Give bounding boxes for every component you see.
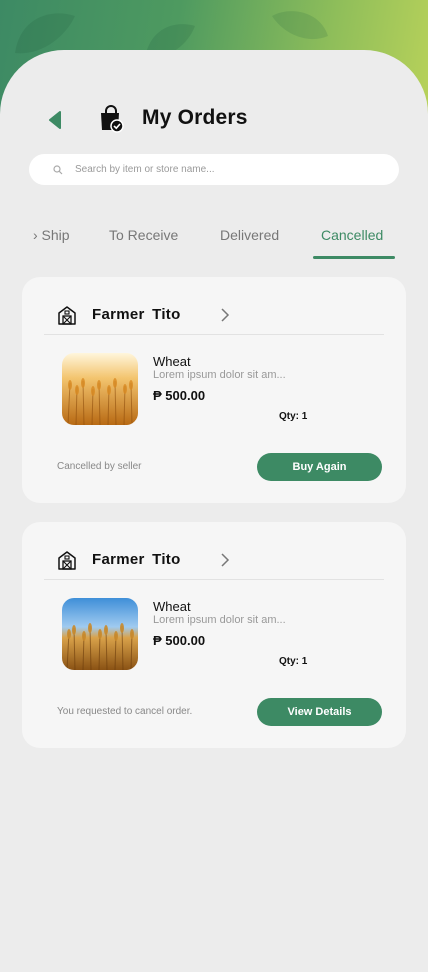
page-header: My Orders [0, 100, 428, 140]
content-sheet [0, 50, 428, 972]
product-price: ₱ 500.00 [153, 633, 206, 648]
order-status-note: Cancelled by seller [57, 461, 142, 472]
chevron-right-icon[interactable] [218, 307, 232, 323]
product-quantity: Qty: 1 [279, 411, 308, 422]
divider [44, 334, 384, 335]
product-image [62, 353, 138, 425]
product-description: Lorem ipsum dolor sit am... [153, 369, 286, 381]
tab-cancelled[interactable]: Cancelled [321, 227, 383, 243]
back-arrow-icon[interactable] [44, 108, 68, 132]
order-card: Farmer Tito Wheat Lorem ipsum dolor sit … [22, 522, 406, 748]
product-name: Wheat [153, 354, 191, 369]
chevron-right-icon[interactable] [218, 552, 232, 568]
buy-again-button[interactable]: Buy Again [257, 453, 382, 481]
order-status-tabs: › Ship To Receive Delivered Cancelled [0, 220, 428, 264]
search-icon [53, 164, 63, 174]
store-name: Farmer Tito [92, 551, 181, 568]
order-status-note: You requested to cancel order. [57, 706, 193, 717]
search-bar[interactable] [29, 154, 399, 185]
page-title: My Orders [142, 106, 248, 129]
barn-icon [58, 551, 76, 570]
product-image [62, 598, 138, 670]
product-price: ₱ 500.00 [153, 388, 206, 403]
store-row[interactable]: Farmer Tito [22, 277, 406, 335]
divider [44, 579, 384, 580]
search-input[interactable] [73, 163, 377, 176]
order-card: Farmer Tito Wheat Lorem ipsum dolor sit … [22, 277, 406, 503]
product-quantity: Qty: 1 [279, 656, 308, 667]
tab-delivered[interactable]: Delivered [220, 227, 279, 243]
product-description: Lorem ipsum dolor sit am... [153, 614, 286, 626]
decorative-leaf-icon [272, 11, 328, 40]
active-tab-indicator [313, 256, 395, 259]
tab-to-ship[interactable]: › Ship [33, 227, 70, 243]
view-details-button[interactable]: View Details [257, 698, 382, 726]
barn-icon [58, 306, 76, 325]
store-name: Farmer Tito [92, 306, 181, 323]
store-row[interactable]: Farmer Tito [22, 522, 406, 580]
product-name: Wheat [153, 599, 191, 614]
tab-to-receive[interactable]: To Receive [109, 227, 178, 243]
shopping-bag-check-icon [101, 105, 124, 133]
